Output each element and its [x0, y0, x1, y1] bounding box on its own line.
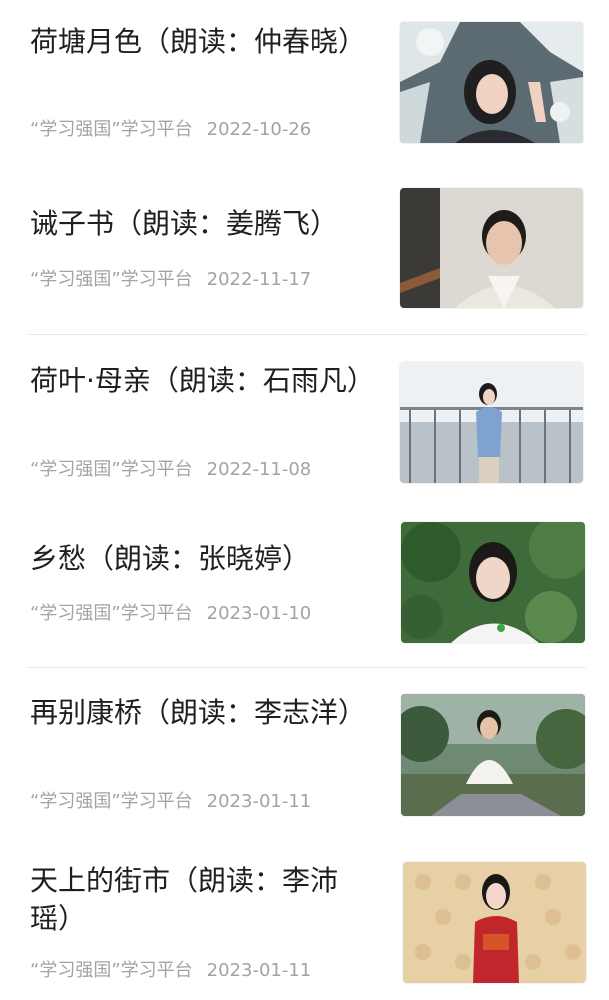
- section-divider: [28, 334, 586, 335]
- publish-date: 2023-01-11: [206, 960, 312, 981]
- source-label: “学习强国”学习平台: [30, 269, 193, 290]
- article-title[interactable]: 荷叶·母亲（朗读：石雨凡）: [30, 362, 375, 400]
- article-thumbnail[interactable]: [401, 522, 585, 643]
- article-meta: “学习强国”学习平台 2022-10-26: [30, 115, 311, 141]
- article-title[interactable]: 乡愁（朗读：张晓婷）: [30, 540, 370, 578]
- section-divider: [28, 667, 586, 668]
- article-thumbnail[interactable]: [400, 362, 583, 483]
- article-meta: “学习强国”学习平台 2023-01-10: [30, 599, 311, 625]
- source-label: “学习强国”学习平台: [30, 119, 193, 140]
- publish-date: 2022-10-26: [206, 119, 312, 140]
- article-thumbnail[interactable]: [400, 22, 583, 143]
- article-title[interactable]: 荷塘月色（朗读：仲春晓）: [30, 23, 370, 61]
- publish-date: 2022-11-17: [206, 269, 312, 290]
- article-title[interactable]: 天上的街市（朗读：李沛瑶）: [30, 862, 370, 938]
- article-title[interactable]: 再别康桥（朗读：李志洋）: [30, 694, 370, 732]
- article-meta: “学习强国”学习平台 2023-01-11: [30, 956, 311, 982]
- source-label: “学习强国”学习平台: [30, 791, 193, 812]
- publish-date: 2023-01-11: [206, 791, 312, 812]
- source-label: “学习强国”学习平台: [30, 960, 193, 981]
- article-meta: “学习强国”学习平台 2022-11-08: [30, 455, 311, 481]
- article-thumbnail[interactable]: [403, 862, 586, 983]
- article-title[interactable]: 诫子书（朗读：姜腾飞）: [30, 205, 370, 243]
- article-thumbnail[interactable]: [401, 694, 585, 816]
- source-label: “学习强国”学习平台: [30, 603, 193, 624]
- source-label: “学习强国”学习平台: [30, 459, 193, 480]
- article-meta: “学习强国”学习平台 2023-01-11: [30, 787, 311, 813]
- article-thumbnail[interactable]: [400, 188, 583, 308]
- publish-date: 2022-11-08: [206, 459, 312, 480]
- article-meta: “学习强国”学习平台 2022-11-17: [30, 265, 311, 291]
- publish-date: 2023-01-10: [206, 603, 312, 624]
